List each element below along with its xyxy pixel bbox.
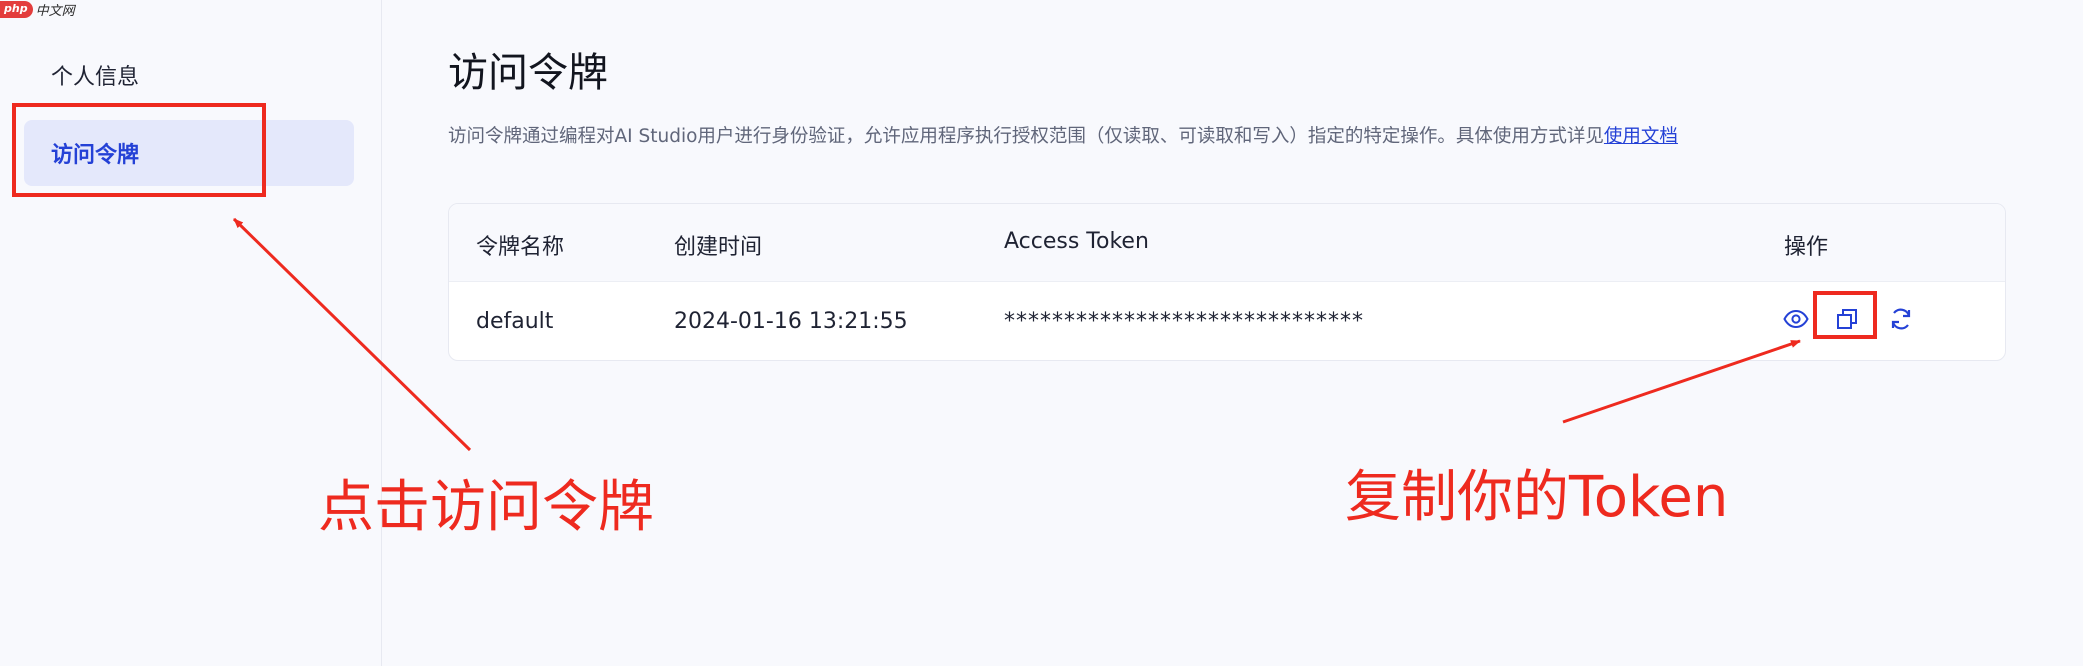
page-description: 访问令牌通过编程对AI Studio用户进行身份验证，允许应用程序执行授权范围（… <box>448 122 1678 148</box>
sidebar-item-profile[interactable]: 个人信息 <box>24 42 354 108</box>
column-header-token: Access Token <box>1004 229 1149 254</box>
table-header: 令牌名称 创建时间 Access Token 操作 <box>449 204 2005 282</box>
refresh-icon[interactable] <box>1886 304 1916 334</box>
sidebar-item-label: 个人信息 <box>51 65 140 90</box>
watermark: php 中文网 <box>0 0 75 19</box>
sidebar: php 中文网 个人信息 访问令牌 <box>0 0 382 666</box>
eye-icon[interactable] <box>1781 304 1811 334</box>
watermark-text: 中文网 <box>35 3 75 19</box>
column-header-name: 令牌名称 <box>476 235 565 260</box>
token-table: 令牌名称 创建时间 Access Token 操作 default 2024-0… <box>448 203 2006 361</box>
sidebar-item-label: 访问令牌 <box>51 143 140 168</box>
description-text: 访问令牌通过编程对AI Studio用户进行身份验证，允许应用程序执行授权范围（… <box>448 126 1604 147</box>
sidebar-item-access-token[interactable]: 访问令牌 <box>24 120 354 186</box>
copy-icon[interactable] <box>1832 304 1862 334</box>
created-time-cell: 2024-01-16 13:21:55 <box>674 309 908 334</box>
docs-link[interactable]: 使用文档 <box>1604 126 1678 147</box>
table-row: default 2024-01-16 13:21:55 ************… <box>449 282 2005 360</box>
watermark-badge: php <box>0 0 33 18</box>
annotation-click-token: 点击访问令牌 <box>318 475 654 540</box>
token-name-cell: default <box>476 309 554 334</box>
column-header-actions: 操作 <box>1784 235 1829 260</box>
page-title: 访问令牌 <box>448 50 608 96</box>
access-token-cell: ****************************** <box>1004 309 1364 334</box>
annotation-copy-token: 复制你的Token <box>1345 465 1729 530</box>
column-header-created: 创建时间 <box>674 235 763 260</box>
